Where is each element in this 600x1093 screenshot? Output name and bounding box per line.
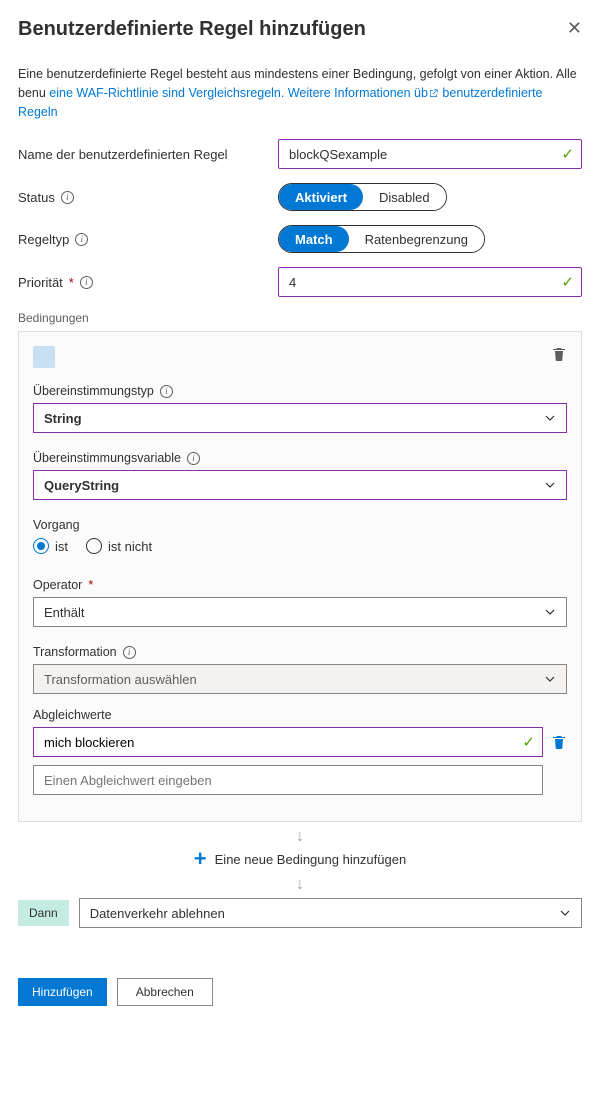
rule-name-label: Name der benutzerdefinierten Regel <box>18 147 278 162</box>
match-type-value: String <box>44 411 82 426</box>
priority-label: Priorität <box>18 275 63 290</box>
ruletype-rate-option[interactable]: Ratenbegrenzung <box>349 226 484 252</box>
transformation-label: Transformation <box>33 645 117 659</box>
operation-isnot-radio[interactable]: ist nicht <box>86 538 152 554</box>
arrow-down-icon: ↓ <box>18 876 582 894</box>
add-condition-label: Eine neue Bedingung hinzufügen <box>215 852 407 867</box>
chevron-down-icon <box>544 479 556 491</box>
then-action-value: Datenverkehr ablehnen <box>90 906 225 921</box>
add-condition-button[interactable]: + Eine neue Bedingung hinzufügen <box>18 848 582 870</box>
operator-label: Operator <box>33 578 82 592</box>
match-variable-select[interactable]: QueryString <box>33 470 567 500</box>
required-asterisk: * <box>88 578 93 592</box>
conditions-section-label: Bedingungen <box>18 311 582 325</box>
intro-link-1[interactable]: eine WAF-Richtlinie sind Vergleichsregel… <box>49 86 428 100</box>
operation-isnot-label: ist nicht <box>108 539 152 554</box>
status-toggle[interactable]: Aktiviert Disabled <box>278 183 447 211</box>
page-title: Benutzerdefinierte Regel hinzufügen <box>18 18 366 41</box>
ruletype-toggle[interactable]: Match Ratenbegrenzung <box>278 225 485 253</box>
info-icon[interactable]: i <box>160 385 173 398</box>
match-type-label: Übereinstimmungstyp <box>33 384 154 398</box>
operator-value: Enthält <box>44 605 84 620</box>
cancel-button[interactable]: Abbrechen <box>117 978 213 1006</box>
plus-icon: + <box>194 848 207 870</box>
chevron-down-icon <box>544 673 556 685</box>
info-icon[interactable]: i <box>75 233 88 246</box>
add-button[interactable]: Hinzufügen <box>18 978 107 1006</box>
priority-input[interactable] <box>278 267 582 297</box>
info-icon[interactable]: i <box>187 452 200 465</box>
chevron-down-icon <box>544 412 556 424</box>
ruletype-match-option[interactable]: Match <box>279 226 349 252</box>
matchvalue-input-new[interactable] <box>33 765 543 795</box>
then-badge: Dann <box>18 900 69 926</box>
intro-text: Eine benutzerdefinierte Regel besteht au… <box>18 65 582 121</box>
external-link-icon <box>428 88 439 99</box>
status-label: Status <box>18 190 55 205</box>
delete-matchvalue-button[interactable] <box>551 734 567 750</box>
info-icon[interactable]: i <box>61 191 74 204</box>
operation-label: Vorgang <box>33 518 567 532</box>
chevron-down-icon <box>559 907 571 919</box>
operation-is-label: ist <box>55 539 68 554</box>
operation-is-radio[interactable]: ist <box>33 538 68 554</box>
matchvalue-input-1[interactable] <box>33 727 543 757</box>
then-action-select[interactable]: Datenverkehr ablehnen <box>79 898 582 928</box>
info-icon[interactable]: i <box>123 646 136 659</box>
rule-name-input[interactable] <box>278 139 582 169</box>
chevron-down-icon <box>544 606 556 618</box>
check-icon: ✓ <box>522 733 535 751</box>
condition-card: Übereinstimmungstyp i String Übereinstim… <box>18 331 582 822</box>
required-asterisk: * <box>69 275 74 290</box>
status-disabled-option[interactable]: Disabled <box>363 184 446 210</box>
transformation-placeholder: Transformation auswählen <box>44 672 197 687</box>
arrow-down-icon: ↓ <box>18 828 582 846</box>
delete-condition-button[interactable] <box>551 346 567 362</box>
match-variable-value: QueryString <box>44 478 119 493</box>
match-type-select[interactable]: String <box>33 403 567 433</box>
transformation-select[interactable]: Transformation auswählen <box>33 664 567 694</box>
check-icon: ✓ <box>561 145 574 163</box>
matchvalues-label: Abgleichwerte <box>33 708 567 722</box>
status-enabled-option[interactable]: Aktiviert <box>279 184 363 210</box>
operator-select[interactable]: Enthält <box>33 597 567 627</box>
info-icon[interactable]: i <box>80 276 93 289</box>
match-variable-label: Übereinstimmungsvariable <box>33 451 181 465</box>
condition-badge <box>33 346 55 368</box>
check-icon: ✓ <box>561 273 574 291</box>
close-icon[interactable]: ✕ <box>567 18 582 39</box>
ruletype-label: Regeltyp <box>18 232 69 247</box>
